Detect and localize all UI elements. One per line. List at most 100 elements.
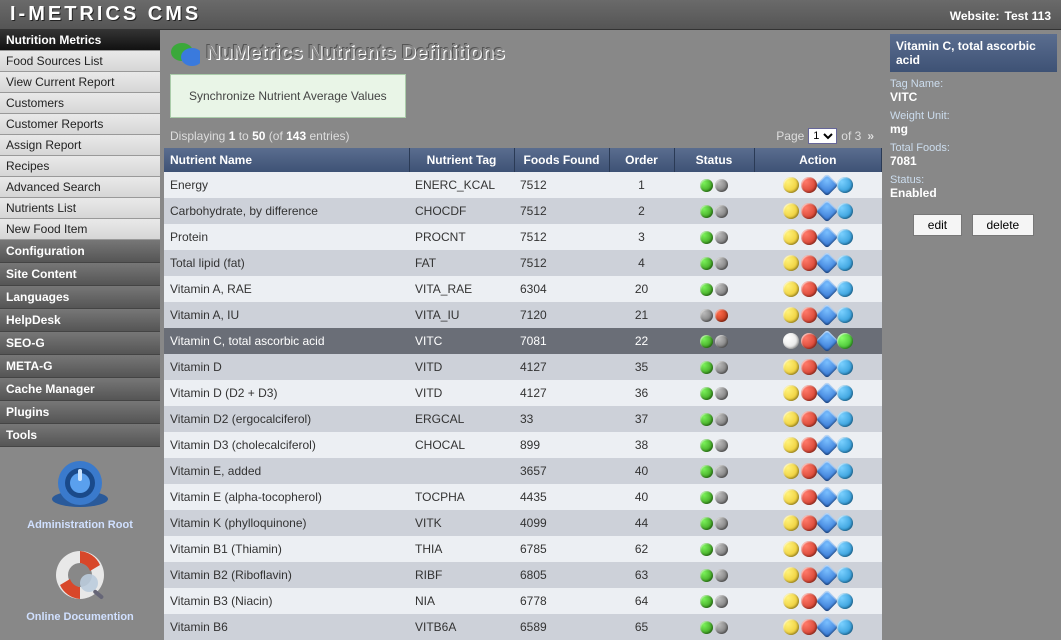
sidebar-item[interactable]: View Current Report [0, 72, 160, 93]
info-icon[interactable] [837, 489, 853, 505]
delete-icon[interactable] [801, 307, 817, 323]
info-icon[interactable] [837, 229, 853, 245]
table-row[interactable]: Vitamin C, total ascorbic acidVITC708122 [164, 328, 882, 354]
star-icon[interactable] [783, 437, 799, 453]
info-icon[interactable] [837, 255, 853, 271]
star-icon[interactable] [783, 255, 799, 271]
column-header[interactable]: Nutrient Name [164, 148, 409, 172]
delete-icon[interactable] [801, 567, 817, 583]
sidebar-item[interactable]: Recipes [0, 156, 160, 177]
column-header[interactable]: Nutrient Tag [409, 148, 514, 172]
info-icon[interactable] [837, 411, 853, 427]
edit-icon[interactable] [815, 408, 838, 431]
table-row[interactable]: Vitamin E (alpha-tocopherol)TOCPHA443540 [164, 484, 882, 510]
edit-icon[interactable] [815, 252, 838, 275]
column-header[interactable]: Order [609, 148, 674, 172]
column-header[interactable]: Action [754, 148, 882, 172]
sidebar-item[interactable]: Advanced Search [0, 177, 160, 198]
sync-button[interactable]: Synchronize Nutrient Average Values [170, 74, 406, 118]
info-icon[interactable] [837, 359, 853, 375]
table-row[interactable]: Vitamin B2 (Riboflavin)RIBF680563 [164, 562, 882, 588]
star-icon[interactable] [783, 281, 799, 297]
edit-icon[interactable] [815, 460, 838, 483]
delete-icon[interactable] [801, 385, 817, 401]
delete-icon[interactable] [801, 281, 817, 297]
info-icon[interactable] [837, 515, 853, 531]
table-row[interactable]: Vitamin B6VITB6A658965 [164, 614, 882, 640]
table-row[interactable]: Vitamin D3 (cholecalciferol)CHOCAL89938 [164, 432, 882, 458]
table-row[interactable]: EnergyENERC_KCAL75121 [164, 172, 882, 198]
info-icon[interactable] [837, 281, 853, 297]
table-row[interactable]: Vitamin K (phylloquinone)VITK409944 [164, 510, 882, 536]
delete-icon[interactable] [801, 359, 817, 375]
star-icon[interactable] [783, 619, 799, 635]
sidebar-item[interactable]: Nutrition Metrics [0, 30, 160, 51]
edit-icon[interactable] [815, 200, 838, 223]
sidebar-section[interactable]: META-G [0, 355, 160, 378]
table-row[interactable]: ProteinPROCNT75123 [164, 224, 882, 250]
sidebar-item[interactable]: Nutrients List [0, 198, 160, 219]
table-row[interactable]: Vitamin B3 (Niacin)NIA677864 [164, 588, 882, 614]
star-icon[interactable] [783, 203, 799, 219]
table-row[interactable]: Vitamin A, RAEVITA_RAE630420 [164, 276, 882, 302]
delete-icon[interactable] [801, 515, 817, 531]
table-row[interactable]: Vitamin E, added365740 [164, 458, 882, 484]
star-icon[interactable] [783, 411, 799, 427]
delete-icon[interactable] [801, 541, 817, 557]
star-icon[interactable] [783, 463, 799, 479]
column-header[interactable]: Status [674, 148, 754, 172]
info-icon[interactable] [837, 463, 853, 479]
info-icon[interactable] [837, 437, 853, 453]
star-icon[interactable] [783, 515, 799, 531]
delete-button[interactable]: delete [972, 214, 1035, 236]
edit-icon[interactable] [815, 512, 838, 535]
table-row[interactable]: Vitamin D (D2 + D3)VITD412736 [164, 380, 882, 406]
info-icon[interactable] [837, 385, 853, 401]
table-row[interactable]: Vitamin D2 (ergocalciferol)ERGCAL3337 [164, 406, 882, 432]
info-icon[interactable] [837, 619, 853, 635]
star-icon[interactable] [783, 489, 799, 505]
table-row[interactable]: Vitamin A, IUVITA_IU712021 [164, 302, 882, 328]
edit-icon[interactable] [815, 590, 838, 613]
edit-icon[interactable] [815, 434, 838, 457]
star-icon[interactable] [783, 229, 799, 245]
edit-icon[interactable] [815, 226, 838, 249]
star-icon[interactable] [783, 541, 799, 557]
star-icon[interactable] [783, 359, 799, 375]
table-row[interactable]: Carbohydrate, by differenceCHOCDF75122 [164, 198, 882, 224]
delete-icon[interactable] [801, 177, 817, 193]
delete-icon[interactable] [801, 229, 817, 245]
star-icon[interactable] [783, 567, 799, 583]
sidebar-item[interactable]: Food Sources List [0, 51, 160, 72]
star-icon[interactable] [783, 333, 799, 349]
info-icon[interactable] [837, 567, 853, 583]
delete-icon[interactable] [801, 489, 817, 505]
page-select[interactable]: 1 [808, 128, 837, 144]
star-icon[interactable] [783, 385, 799, 401]
delete-icon[interactable] [801, 619, 817, 635]
edit-icon[interactable] [815, 382, 838, 405]
edit-icon[interactable] [815, 538, 838, 561]
table-row[interactable]: Vitamin DVITD412735 [164, 354, 882, 380]
star-icon[interactable] [783, 177, 799, 193]
edit-icon[interactable] [815, 356, 838, 379]
admin-root-widget[interactable]: Administration Root [0, 447, 160, 539]
delete-icon[interactable] [801, 255, 817, 271]
sidebar-section[interactable]: Tools [0, 424, 160, 447]
star-icon[interactable] [783, 307, 799, 323]
sidebar-section[interactable]: Plugins [0, 401, 160, 424]
edit-icon[interactable] [815, 278, 838, 301]
delete-icon[interactable] [801, 203, 817, 219]
column-header[interactable]: Foods Found [514, 148, 609, 172]
delete-icon[interactable] [801, 333, 817, 349]
info-icon[interactable] [837, 593, 853, 609]
edit-icon[interactable] [815, 304, 838, 327]
sidebar-section[interactable]: Configuration [0, 240, 160, 263]
sidebar-item[interactable]: Customer Reports [0, 114, 160, 135]
table-row[interactable]: Vitamin B1 (Thiamin)THIA678562 [164, 536, 882, 562]
delete-icon[interactable] [801, 437, 817, 453]
star-icon[interactable] [783, 593, 799, 609]
delete-icon[interactable] [801, 411, 817, 427]
sidebar-item[interactable]: New Food Item [0, 219, 160, 240]
info-icon[interactable] [837, 203, 853, 219]
